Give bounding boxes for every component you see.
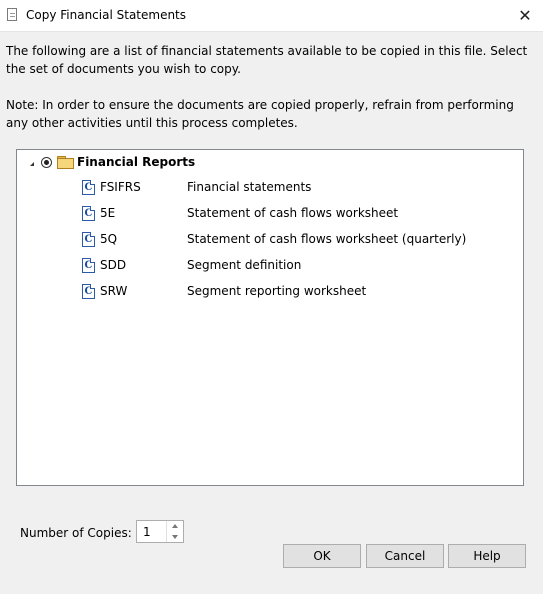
- c-document-icon: C: [82, 257, 95, 273]
- expand-arrow-icon[interactable]: [30, 158, 34, 166]
- item-code: FSIFRS: [100, 180, 141, 194]
- tree-item[interactable]: C 5Q Statement of cash flows worksheet (…: [82, 229, 466, 249]
- c-document-icon: C: [82, 231, 95, 247]
- item-description: Financial statements: [187, 180, 312, 194]
- item-code: SRW: [100, 284, 128, 298]
- item-code: SDD: [100, 258, 127, 272]
- copies-stepper[interactable]: 1: [136, 520, 184, 543]
- statements-tree[interactable]: Financial Reports C FSIFRS Financial sta…: [16, 149, 524, 486]
- tree-item[interactable]: C 5E Statement of cash flows worksheet: [82, 203, 398, 223]
- document-icon: [7, 8, 17, 21]
- item-description: Segment definition: [187, 258, 302, 272]
- stepper-buttons: [166, 521, 183, 542]
- item-description: Statement of cash flows worksheet (quart…: [187, 232, 467, 246]
- note-text: Note: In order to ensure the documents a…: [6, 98, 514, 130]
- chevron-up-icon: [172, 524, 178, 528]
- help-button[interactable]: Help: [448, 544, 526, 568]
- increment-button[interactable]: [167, 521, 183, 531]
- c-document-icon: C: [82, 283, 95, 299]
- c-document-icon: C: [82, 179, 95, 195]
- cancel-button[interactable]: Cancel: [366, 544, 444, 568]
- c-document-icon: C: [82, 205, 95, 221]
- instructions-text: The following are a list of financial st…: [6, 44, 528, 76]
- ok-button[interactable]: OK: [283, 544, 361, 568]
- tree-item[interactable]: C SDD Segment definition: [82, 255, 301, 275]
- folder-icon: [57, 156, 74, 169]
- title-bar: Copy Financial Statements ✕: [0, 0, 543, 32]
- close-button[interactable]: ✕: [507, 0, 543, 31]
- tree-item[interactable]: C SRW Segment reporting worksheet: [82, 281, 366, 301]
- tree-item[interactable]: C FSIFRS Financial statements: [82, 177, 311, 197]
- item-code: 5E: [100, 206, 116, 220]
- tree-root-financial-reports[interactable]: Financial Reports: [30, 153, 195, 171]
- copies-label: Number of Copies:: [20, 526, 132, 540]
- chevron-down-icon: [172, 535, 178, 539]
- tree-root-label: Financial Reports: [77, 155, 196, 169]
- item-description: Segment reporting worksheet: [187, 284, 367, 298]
- decrement-button[interactable]: [167, 532, 183, 542]
- copies-value[interactable]: 1: [143, 525, 151, 539]
- window-title: Copy Financial Statements: [26, 8, 187, 22]
- root-radio-button[interactable]: [41, 156, 52, 168]
- item-code: 5Q: [100, 232, 118, 246]
- item-description: Statement of cash flows worksheet: [187, 206, 399, 220]
